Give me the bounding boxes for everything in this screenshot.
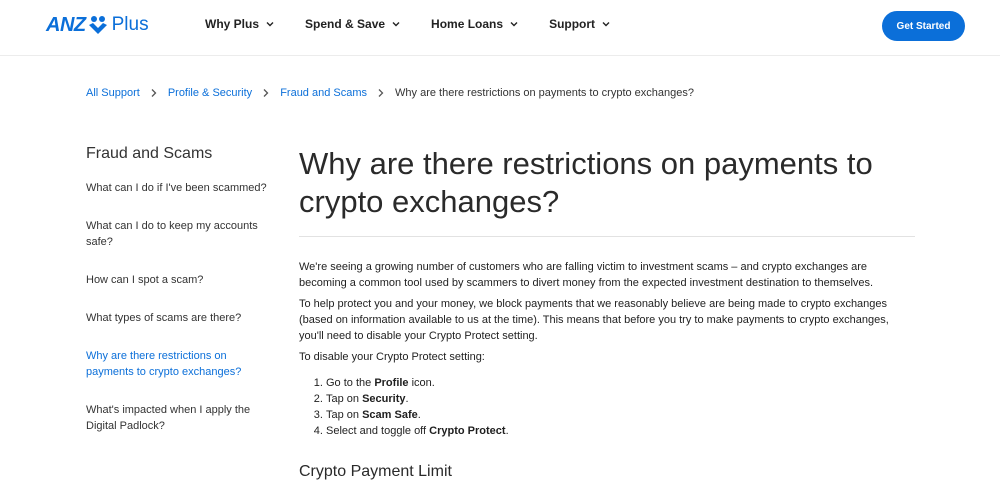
sidebar-item-keep-accounts-safe[interactable]: What can I do to keep my accounts safe? — [86, 218, 271, 250]
get-started-button[interactable]: Get Started — [882, 11, 965, 41]
article-paragraph: To disable your Crypto Protect setting: — [299, 351, 485, 363]
step-text: Select and toggle off — [326, 425, 430, 437]
chevron-down-icon — [392, 22, 400, 27]
main-nav: Why Plus Spend & Save Home Loans Support — [205, 17, 611, 31]
breadcrumb: All Support Profile & Security Fraud and… — [86, 87, 694, 99]
logo-brand-text: ANZ — [46, 13, 86, 36]
page-title: Why are there restrictions on payments t… — [299, 146, 873, 219]
sidebar-item-crypto-restrictions[interactable]: Why are there restrictions on payments t… — [86, 348, 271, 380]
step-text: . — [417, 409, 421, 421]
article: Why are there restrictions on payments t… — [299, 145, 915, 481]
anz-plus-logo[interactable]: ANZ Plus — [46, 13, 149, 37]
sidebar-item-been-scammed[interactable]: What can I do if I've been scammed? — [86, 180, 271, 196]
step-bold-text: Profile — [374, 377, 409, 389]
nav-spend-save[interactable]: Spend & Save — [305, 17, 401, 31]
list-item: Tap on Security. — [326, 391, 915, 407]
step-text: . — [405, 393, 409, 405]
section-title: Crypto Payment Limit — [299, 463, 452, 480]
breadcrumb-all-support[interactable]: All Support — [86, 87, 140, 99]
article-paragraph: To help protect you and your money, we b… — [299, 298, 889, 342]
nav-support-label: Support — [549, 17, 596, 31]
article-paragraph: We're seeing a growing number of custome… — [299, 261, 874, 289]
chevron-right-icon — [151, 89, 157, 97]
breadcrumb-fraud-scams[interactable]: Fraud and Scams — [280, 87, 367, 99]
breadcrumb-profile-security[interactable]: Profile & Security — [168, 87, 252, 99]
nav-home-loans[interactable]: Home Loans — [431, 17, 519, 31]
step-bold-text: Crypto Protect — [429, 425, 506, 437]
list-item: Tap on Scam Safe. — [326, 407, 915, 423]
chevron-down-icon — [266, 22, 274, 27]
logo-suffix-text: Plus — [111, 14, 149, 35]
nav-spend-save-label: Spend & Save — [305, 17, 386, 31]
divider — [299, 236, 915, 237]
chevron-right-icon — [263, 89, 269, 97]
step-text: icon. — [408, 377, 435, 389]
nav-why-plus-label: Why Plus — [205, 17, 260, 31]
step-bold-text: Scam Safe — [362, 409, 418, 421]
step-text: Go to the — [326, 377, 375, 389]
breadcrumb-current-page: Why are there restrictions on payments t… — [395, 87, 694, 99]
sidebar: Fraud and Scams What can I do if I've be… — [86, 145, 271, 456]
list-item: Go to the Profile icon. — [326, 375, 915, 391]
anz-people-icon — [88, 16, 107, 34]
nav-why-plus[interactable]: Why Plus — [205, 17, 275, 31]
top-navigation-bar: ANZ Plus Why Plus Spend & Save Home Loan… — [0, 0, 1000, 56]
steps-list: Go to the Profile icon. Tap on Security.… — [299, 375, 915, 439]
sidebar-item-spot-scam[interactable]: How can I spot a scam? — [86, 272, 271, 288]
sidebar-item-digital-padlock[interactable]: What's impacted when I apply the Digital… — [86, 402, 271, 434]
nav-support[interactable]: Support — [549, 17, 611, 31]
step-text: Tap on — [326, 393, 363, 405]
sidebar-title: Fraud and Scams — [86, 145, 213, 162]
chevron-down-icon — [602, 22, 610, 27]
step-text: Tap on — [326, 409, 363, 421]
list-item: Select and toggle off Crypto Protect. — [326, 423, 915, 439]
nav-home-loans-label: Home Loans — [431, 17, 504, 31]
chevron-down-icon — [510, 22, 518, 27]
step-text: . — [505, 425, 509, 437]
step-bold-text: Security — [362, 393, 406, 405]
sidebar-item-types-of-scams[interactable]: What types of scams are there? — [86, 310, 271, 326]
chevron-right-icon — [378, 89, 384, 97]
